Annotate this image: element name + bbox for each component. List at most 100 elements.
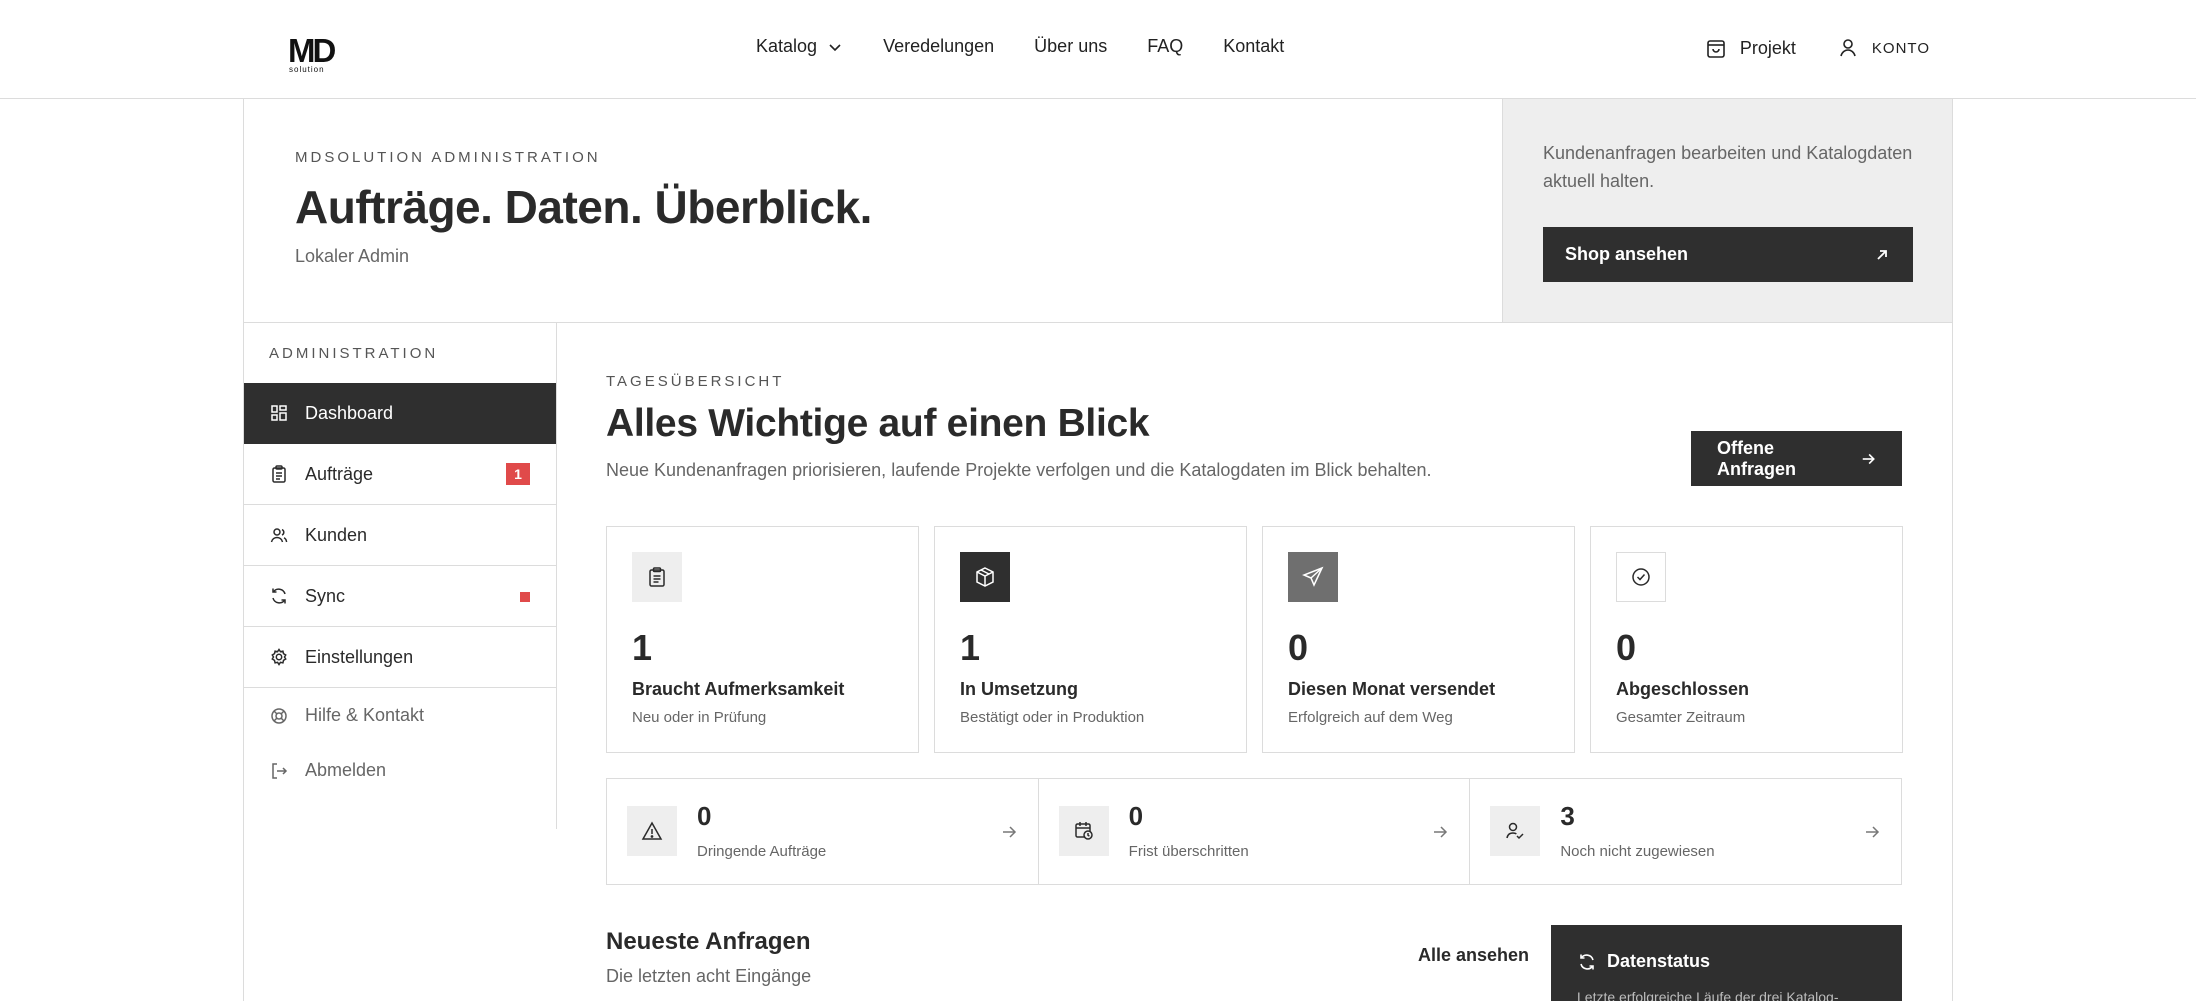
sidebar-item-kunden[interactable]: Kunden (244, 505, 556, 566)
quick-label: Dringende Aufträge (697, 843, 827, 860)
shop-button-label: Shop ansehen (1565, 244, 1689, 264)
nav-item-katalog[interactable]: Katalog (756, 36, 843, 57)
nav-item-label: Veredelungen (883, 36, 995, 56)
recent-requests-header: Neueste Anfragen Die letzten acht Eingän… (606, 928, 811, 987)
stat-hint: Neu oder in Prüfung (632, 709, 767, 726)
stat-hint: Gesamter Zeitraum (1616, 709, 1746, 726)
quick-filter-urgent[interactable]: 0 Dringende Aufträge (607, 779, 1039, 884)
chevron-down-icon (829, 43, 841, 51)
sidebar-item-sync[interactable]: Sync (244, 566, 556, 627)
stat-label: Abgeschlossen (1616, 679, 1750, 699)
nav-item-label: FAQ (1147, 36, 1184, 56)
stat-value: 0 (1288, 627, 1309, 668)
view-all-link[interactable]: Alle ansehen (1418, 945, 1529, 966)
logout-link[interactable]: Abmelden (244, 743, 556, 798)
recent-requests-title: Neueste Anfragen (606, 928, 811, 955)
quick-value: 0 (1128, 801, 1144, 831)
user-icon (1840, 39, 1856, 57)
sidebar-item-dashboard[interactable]: Dashboard (244, 383, 556, 444)
stat-icon-box (1288, 552, 1338, 602)
nav-item-faq[interactable]: FAQ (1147, 36, 1183, 57)
stat-card-in-progress[interactable]: 1 In Umsetzung Bestätigt oder in Produkt… (934, 526, 1247, 753)
top-navigation: MD solution Katalog Veredelungen Über un… (0, 0, 2196, 99)
nav-item-veredelungen[interactable]: Veredelungen (883, 36, 994, 57)
sidebar-item-einstellungen[interactable]: Einstellungen (244, 627, 556, 688)
sidebar-item-label: Sync (305, 585, 346, 606)
data-status-header: Datenstatus (1577, 951, 1710, 972)
stat-hint: Bestätigt oder in Produktion (960, 709, 1145, 726)
account-label: KONTO (1871, 39, 1930, 57)
header-actions: Projekt KONTO (1704, 36, 1930, 60)
hero-side-text: Kundenanfragen bearbeiten und Katalogdat… (1543, 143, 1913, 191)
stat-value: 1 (632, 627, 653, 668)
arrow-right-icon (1002, 826, 1016, 838)
quick-icon-box (1490, 806, 1541, 856)
stat-card-shipped[interactable]: 0 Diesen Monat versendet Erfolgreich auf… (1262, 526, 1575, 753)
sync-alert-indicator (520, 592, 530, 602)
sidebar-heading: ADMINISTRATION (269, 345, 439, 362)
project-link[interactable]: Projekt (1704, 36, 1796, 60)
quick-filters: 0 Dringende Aufträge 0 Frist überschritt… (606, 778, 1902, 885)
stat-card-attention[interactable]: 1 Braucht Aufmerksamkeit Neu oder in Prü… (606, 526, 919, 753)
sidebar-item-label: Einstellungen (305, 646, 414, 667)
orders-count-badge: 1 (506, 463, 530, 485)
gear-icon (271, 648, 287, 666)
shopping-bag-icon (1707, 40, 1725, 58)
dashboard-icon (271, 405, 287, 421)
logout-icon (272, 762, 288, 779)
sidebar-item-label: Aufträge (305, 463, 374, 484)
nav-item-label: Kontakt (1223, 36, 1285, 56)
nav-item-ueber-uns[interactable]: Über uns (1034, 36, 1107, 57)
sidebar-item-label: Dashboard (305, 402, 394, 423)
stat-label: Diesen Monat versendet (1288, 679, 1496, 699)
package-icon (976, 567, 994, 587)
stat-icon-box (632, 552, 682, 602)
logout-label: Abmelden (305, 760, 387, 780)
hero-text: MDSOLUTION ADMINISTRATION Aufträge. Date… (295, 149, 872, 267)
help-contact-label: Hilfe & Kontakt (305, 705, 425, 725)
warning-icon (641, 821, 663, 840)
quick-label: Noch nicht zugewiesen (1560, 843, 1715, 860)
dashboard-main: TAGESÜBERSICHT Alles Wichtige auf einen … (606, 373, 1903, 986)
open-requests-button[interactable]: Offene Anfragen (1691, 431, 1902, 486)
clipboard-icon (649, 567, 665, 587)
stat-card-completed[interactable]: 0 Abgeschlossen Gesamter Zeitraum (1590, 526, 1903, 753)
shop-button[interactable]: Shop ansehen (1543, 227, 1913, 282)
quick-value: 3 (1560, 801, 1575, 831)
recent-requests-subtitle: Die letzten acht Eingänge (606, 966, 812, 986)
hero-eyebrow: MDSOLUTION ADMINISTRATION (295, 149, 601, 166)
refresh-icon (272, 588, 286, 604)
help-contact-link[interactable]: Hilfe & Kontakt (244, 688, 556, 743)
quick-filter-unassigned[interactable]: 3 Noch nicht zugewiesen (1470, 779, 1901, 884)
hero-section: MDSOLUTION ADMINISTRATION Aufträge. Date… (244, 99, 1952, 323)
data-status-text: Letzte erfolgreiche Läufe der drei Katal… (1577, 989, 1839, 1001)
sidebar-item-auftraege[interactable]: Aufträge 1 (244, 444, 556, 505)
stat-label: Braucht Aufmerksamkeit (632, 679, 845, 699)
stat-value: 1 (960, 627, 981, 668)
data-status-panel: Datenstatus Letzte erfolgreiche Läufe de… (1551, 925, 1902, 1001)
stat-value: 0 (1616, 627, 1637, 668)
main-menu: Katalog Veredelungen Über uns FAQ Kontak… (756, 36, 1284, 57)
nav-item-kontakt[interactable]: Kontakt (1223, 36, 1284, 57)
quick-icon-box (627, 806, 677, 856)
calendar-clock-icon (1074, 822, 1093, 840)
clipboard-icon (272, 465, 286, 483)
sidebar-item-label: Kunden (305, 524, 368, 545)
stat-cards: 1 Braucht Aufmerksamkeit Neu oder in Prü… (606, 526, 1903, 753)
logo-mark: MD (288, 32, 336, 69)
arrow-right-icon (1862, 453, 1875, 464)
arrow-up-right-icon (1877, 249, 1887, 260)
data-status-title: Datenstatus (1607, 951, 1711, 971)
open-requests-label: Offene Anfragen (1717, 437, 1797, 479)
stat-label: In Umsetzung (960, 679, 1079, 699)
main-eyebrow: TAGESÜBERSICHT (606, 373, 785, 390)
stat-icon-box (1616, 552, 1666, 602)
page-title: Aufträge. Daten. Überblick. (295, 181, 872, 233)
quick-label: Frist überschritten (1128, 843, 1249, 860)
quick-value: 0 (697, 801, 712, 831)
quick-filter-overdue[interactable]: 0 Frist überschritten (1039, 779, 1471, 884)
account-link[interactable]: KONTO (1836, 36, 1930, 60)
brand-logo[interactable]: MD solution (288, 32, 340, 74)
refresh-icon (1580, 953, 1594, 970)
users-icon (270, 528, 288, 543)
